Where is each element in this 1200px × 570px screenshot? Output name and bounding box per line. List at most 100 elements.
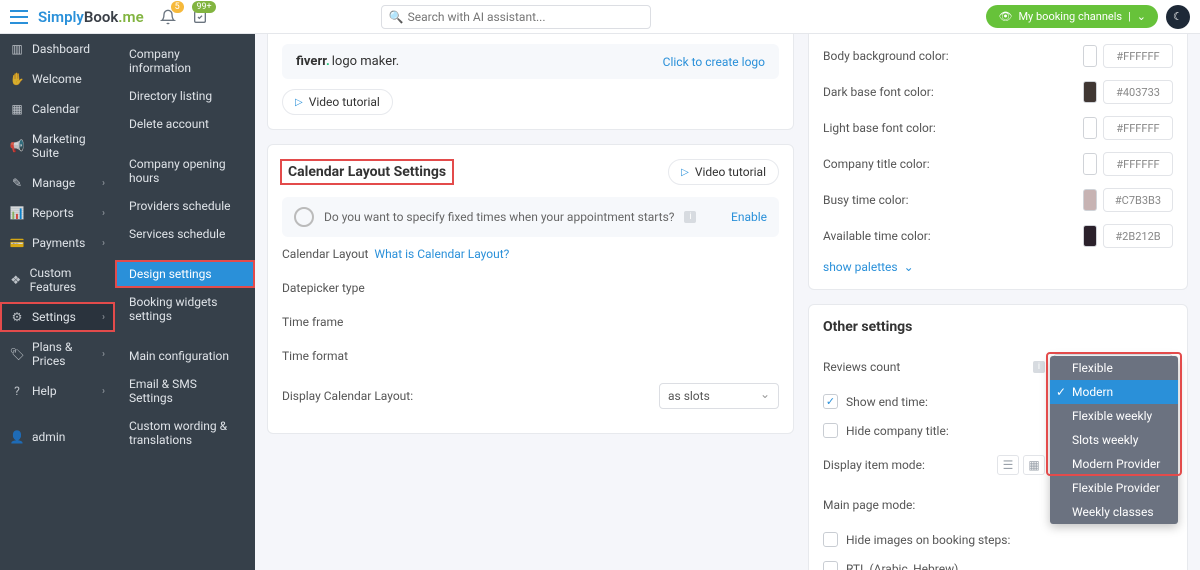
hex-input[interactable]: #FFFFFF (1103, 152, 1173, 176)
sidebar-label: Custom Features (30, 266, 105, 294)
display-layout-select[interactable]: as slots (659, 383, 779, 409)
label: Time format (282, 349, 512, 363)
color-row: Busy time color: #C7B3B3 (823, 182, 1173, 218)
submenu-item-booking-widgets-settings[interactable]: Booking widgets settings (115, 288, 255, 330)
sidebar-item-settings[interactable]: ⚙Settings› (0, 302, 115, 332)
notification-badge: 5 (171, 1, 184, 13)
show-palettes-link[interactable]: show palettes⌄ (823, 260, 914, 274)
hex-input[interactable]: #2B212B (1103, 224, 1173, 248)
color-swatch[interactable] (1083, 81, 1097, 103)
submenu-item-company-information[interactable]: Company information (115, 40, 255, 82)
label: Time frame (282, 315, 512, 329)
color-swatch[interactable] (1083, 117, 1097, 139)
dropdown-option-modern-provider[interactable]: Modern Provider (1050, 452, 1178, 476)
sidebar-label: Payments (32, 236, 85, 250)
info-icon[interactable]: i (684, 211, 696, 223)
submenu-item-email-sms-settings[interactable]: Email & SMS Settings (115, 370, 255, 412)
dropdown-option-slots-weekly[interactable]: Slots weekly (1050, 428, 1178, 452)
notice-text: Do you want to specify fixed times when … (324, 210, 674, 224)
checkbox[interactable] (823, 423, 838, 438)
sidebar-label: Welcome (32, 72, 82, 86)
display-layout-row: Display Calendar Layout: as slots (282, 373, 779, 419)
search-input[interactable] (381, 5, 651, 29)
dropdown-option-weekly-classes[interactable]: Weekly classes (1050, 500, 1178, 524)
checkbox[interactable] (823, 532, 838, 547)
user-icon: 👤 (10, 430, 24, 444)
checkbox[interactable] (823, 561, 838, 570)
sidebar-label: Reports (32, 206, 74, 220)
hex-input[interactable]: #FFFFFF (1103, 44, 1173, 68)
calendar-icon: ▦ (10, 102, 24, 116)
create-logo-link[interactable]: Click to create logo (663, 55, 765, 69)
logo[interactable]: SimplyBook.me (38, 8, 144, 26)
sidebar-label: Plans & Prices (32, 340, 94, 368)
megaphone-icon: 📢 (10, 139, 24, 153)
menu-toggle[interactable] (10, 10, 28, 24)
sidebar-item-calendar[interactable]: ▦Calendar (0, 94, 115, 124)
sidebar-item-custom-features[interactable]: ❖ Custom Features (0, 258, 115, 302)
dropdown-option-flexible-weekly[interactable]: Flexible weekly (1050, 404, 1178, 428)
logo-part: .me (118, 8, 143, 26)
submenu-item-delete-account[interactable]: Delete account (115, 110, 255, 138)
sidebar-item-reports[interactable]: 📊Reports› (0, 198, 115, 228)
sidebar-item-welcome[interactable]: ✋Welcome (0, 64, 115, 94)
color-swatch[interactable] (1083, 153, 1097, 175)
submenu-item-custom-wording-translations[interactable]: Custom wording & translations (115, 412, 255, 454)
puzzle-icon: ❖ (10, 273, 22, 287)
help-icon: ? (10, 384, 24, 398)
hex-input[interactable]: #403733 (1103, 80, 1173, 104)
theme-toggle[interactable]: ☾ (1166, 5, 1190, 29)
info-icon[interactable]: i (1033, 361, 1045, 373)
chevron-right-icon: › (102, 208, 105, 219)
sidebar-item-admin[interactable]: 👤 admin (0, 422, 115, 452)
hex-input[interactable]: #C7B3B3 (1103, 188, 1173, 212)
checkbox[interactable] (823, 394, 838, 409)
dashboard-icon: ▥ (10, 42, 24, 56)
notifications-button[interactable]: 5 (160, 9, 176, 25)
sidebar-item-help[interactable]: ?Help› (0, 376, 115, 406)
color-label: Busy time color: (823, 193, 909, 207)
submenu-item-directory-listing[interactable]: Directory listing (115, 82, 255, 110)
label: Main page mode: (823, 498, 1045, 512)
card-title: Calendar Layout Settings (282, 161, 452, 183)
sidebar-item-dashboard[interactable]: ▥Dashboard (0, 34, 115, 64)
hex-input[interactable]: #FFFFFF (1103, 116, 1173, 140)
sidebar-item-marketing-suite[interactable]: 📢Marketing Suite (0, 124, 115, 168)
grid-view-icon[interactable]: ▦ (1023, 455, 1045, 475)
submenu-item-main-configuration[interactable]: Main configuration (115, 342, 255, 370)
logo-maker-card: fiverr.logo maker. Click to create logo … (267, 34, 794, 130)
color-swatch[interactable] (1083, 189, 1097, 211)
label: Reviews count (823, 360, 1025, 374)
tasks-button[interactable]: 99+ (192, 9, 208, 25)
booking-channels-button[interactable]: 👁 My booking channels | ⌄ (986, 5, 1158, 28)
sidebar-item-manage[interactable]: ✎Manage› (0, 168, 115, 198)
play-icon: ▷ (681, 167, 689, 178)
sidebar-label: admin (32, 430, 65, 444)
label: RTL (Arabic, Hebrew) (846, 562, 1173, 570)
dropdown-option-flexible[interactable]: Flexible (1050, 356, 1178, 380)
gear-icon: ⚙ (10, 310, 24, 324)
submenu-item-design-settings[interactable]: Design settings (115, 260, 255, 288)
list-view-icon[interactable]: ☰ (997, 455, 1019, 475)
what-is-link[interactable]: What is Calendar Layout? (374, 247, 509, 261)
dropdown-option-flexible-provider[interactable]: Flexible Provider (1050, 476, 1178, 500)
submenu-item-services-schedule[interactable]: Services schedule (115, 220, 255, 248)
video-label: Video tutorial (309, 95, 380, 109)
submenu-item-providers-schedule[interactable]: Providers schedule (115, 192, 255, 220)
color-swatch[interactable] (1083, 45, 1097, 67)
enable-link[interactable]: Enable (731, 210, 767, 224)
sidebar-item-payments[interactable]: 💳Payments› (0, 228, 115, 258)
sidebar-item-plans-prices[interactable]: 🏷Plans & Prices› (0, 332, 115, 376)
dropdown-option-modern[interactable]: Modern (1050, 380, 1178, 404)
video-tutorial-button[interactable]: ▷ Video tutorial (668, 159, 779, 185)
divider: | (1128, 10, 1131, 23)
timeformat-row: Time format (282, 339, 779, 373)
timeframe-row: Time frame (282, 305, 779, 339)
moon-icon: ☾ (1173, 10, 1183, 23)
card-icon: 💳 (10, 236, 24, 250)
calendar-layout-dropdown[interactable]: FlexibleModernFlexible weeklySlots weekl… (1050, 356, 1178, 524)
submenu-item-company-opening-hours[interactable]: Company opening hours (115, 150, 255, 192)
color-label: Company title color: (823, 157, 930, 171)
video-tutorial-button[interactable]: ▷ Video tutorial (282, 89, 393, 115)
color-swatch[interactable] (1083, 225, 1097, 247)
